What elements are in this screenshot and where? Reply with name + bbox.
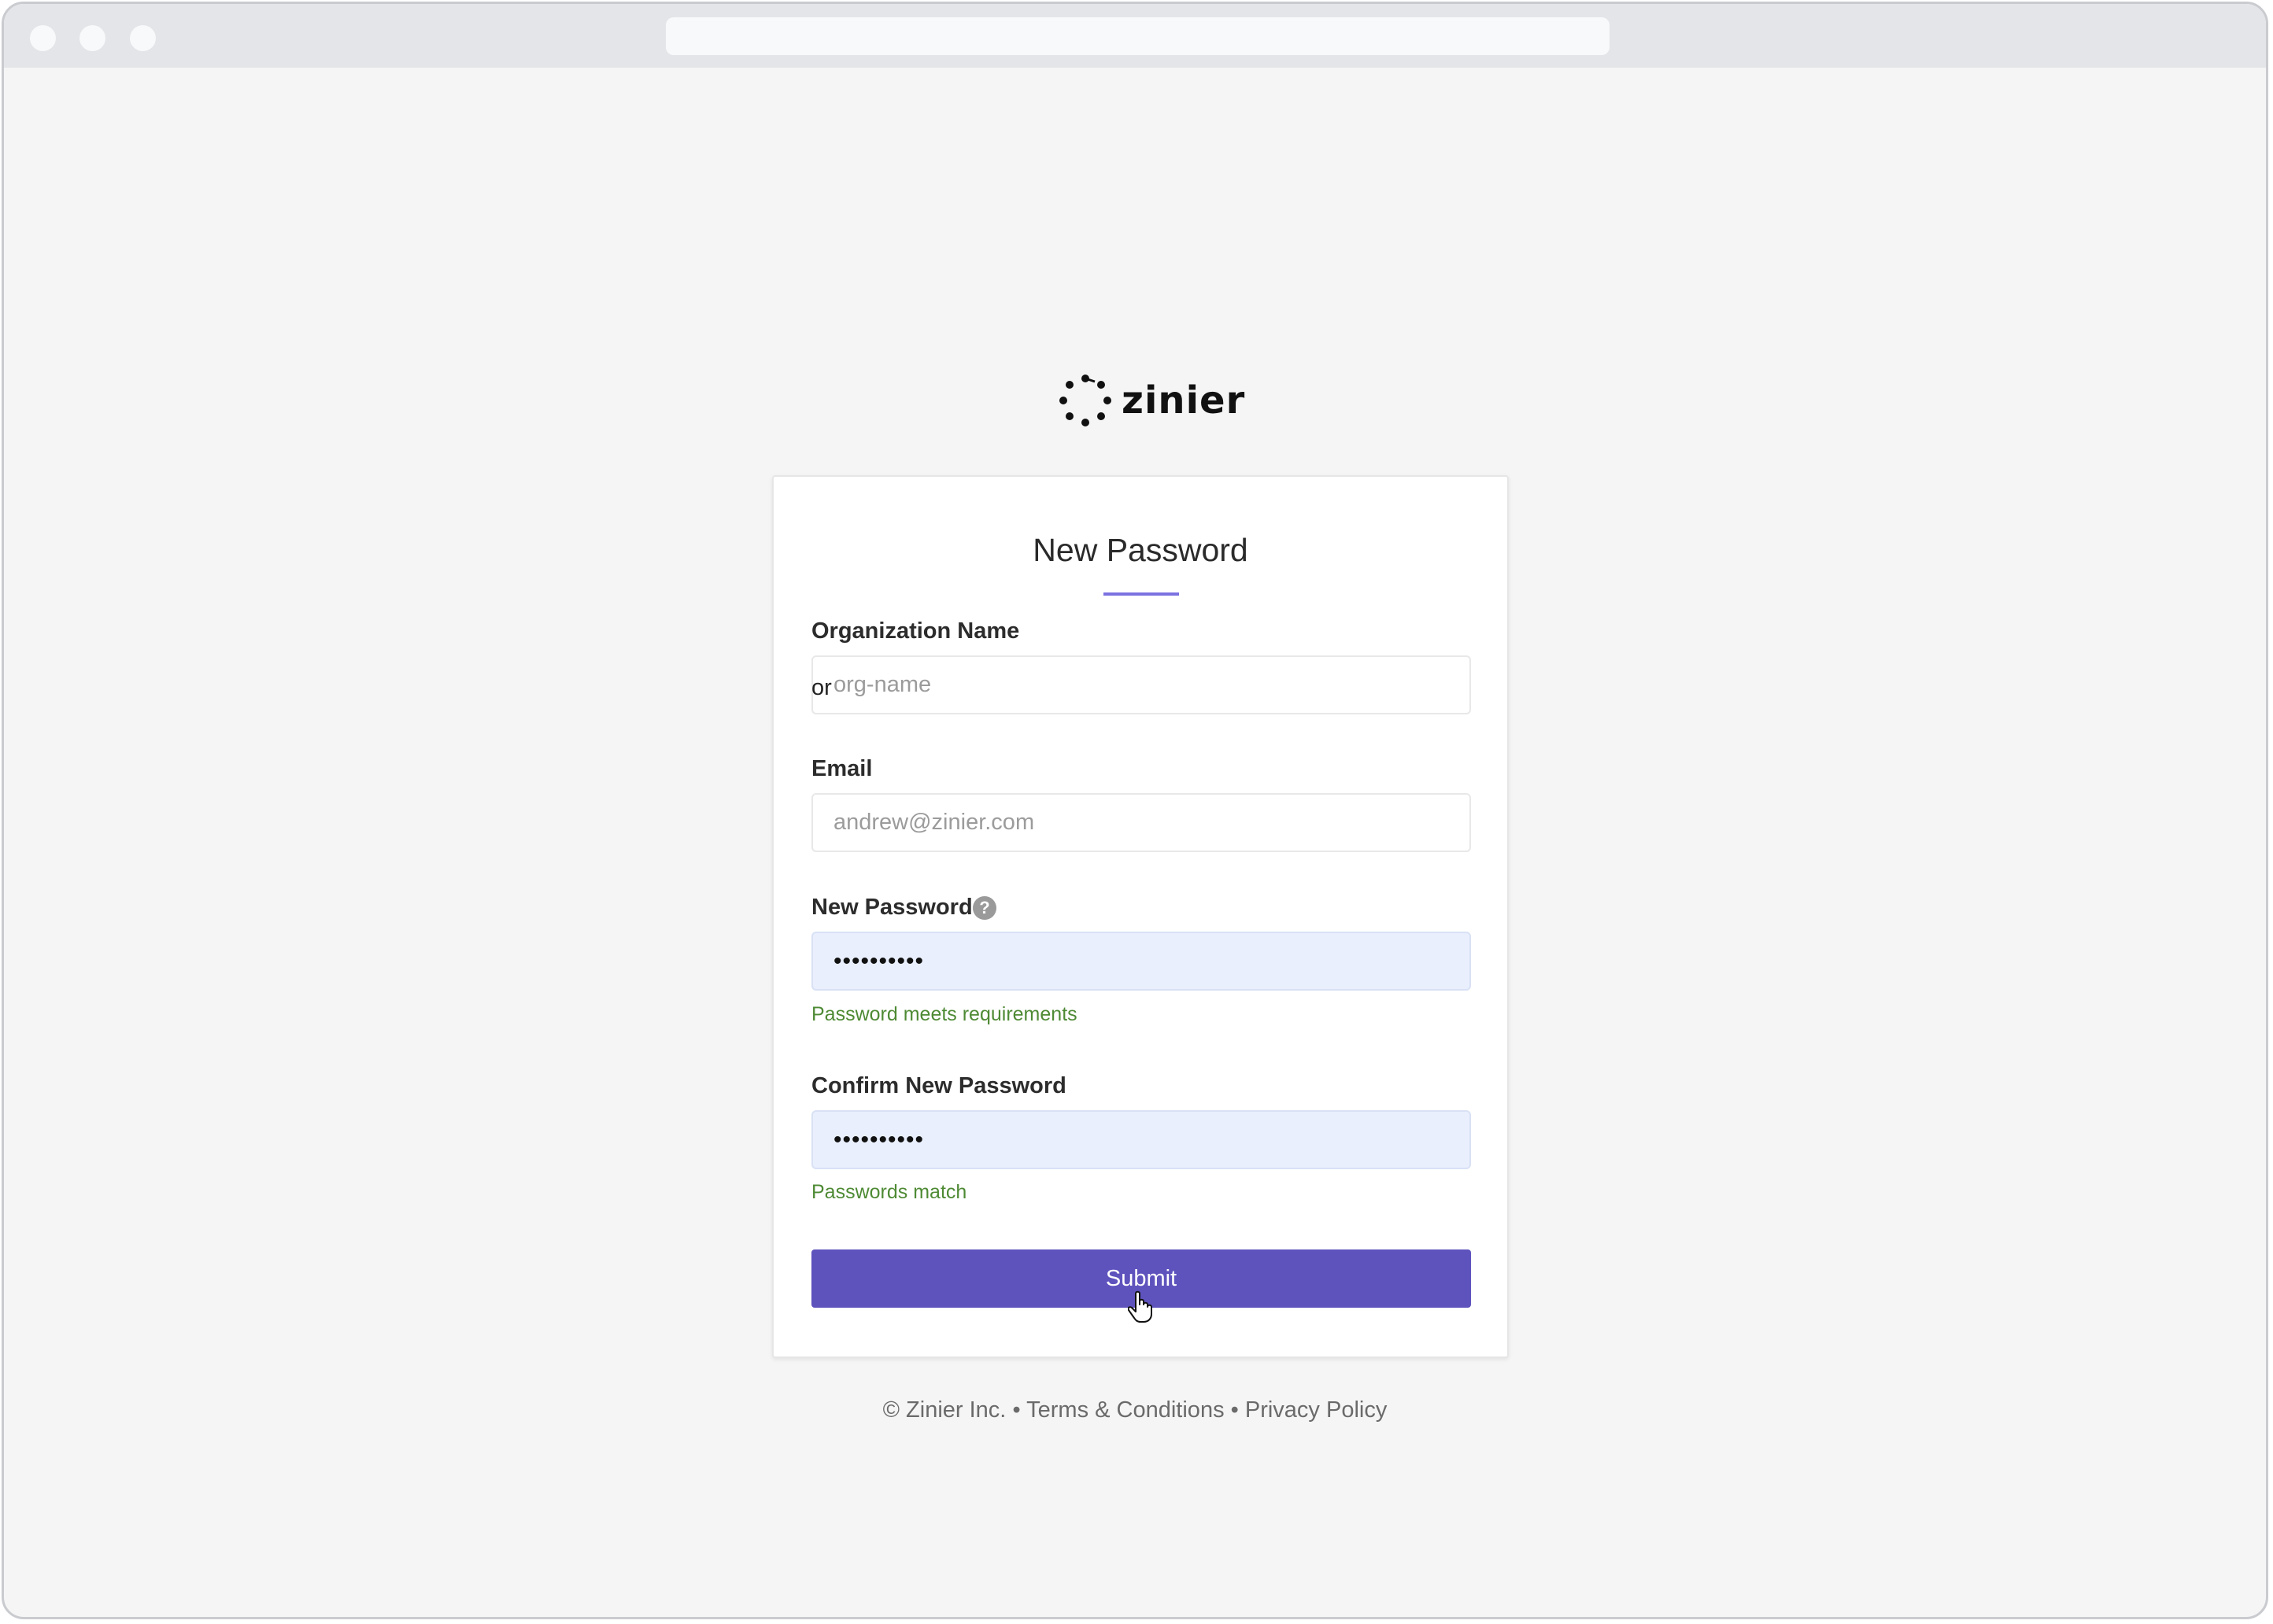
new-password-input[interactable]: •••••••••• <box>811 932 1471 991</box>
confirm-password-hint: Passwords match <box>811 1181 967 1203</box>
footer-copyright: © Zinier Inc. <box>882 1397 1007 1423</box>
org-name-typed-text: or <box>811 675 832 700</box>
browser-titlebar <box>4 4 2266 68</box>
question-circle-icon[interactable]: ? <box>973 896 996 920</box>
logo-wordmark: zinier <box>1122 378 1246 423</box>
org-name-input[interactable]: org-name <box>811 655 1471 714</box>
email-placeholder: andrew@zinier.com <box>833 810 1035 835</box>
window-maximize-dot[interactable] <box>130 25 156 51</box>
new-password-card: New Password Organization Name org-name … <box>772 475 1509 1358</box>
footer-privacy-link[interactable]: Privacy Policy <box>1245 1397 1388 1423</box>
hand-pointer-cursor-icon <box>1128 1290 1152 1323</box>
new-password-label: New Password <box>811 895 973 920</box>
footer-terms-link[interactable]: Terms & Conditions <box>1026 1397 1224 1423</box>
zinier-logo-icon <box>1059 375 1111 426</box>
page-title: New Password <box>1033 532 1248 568</box>
address-bar[interactable] <box>666 17 1610 55</box>
org-name-label: Organization Name <box>811 618 1020 644</box>
footer-separator: • <box>1230 1397 1239 1423</box>
browser-window: zinier New Password Organization Name or… <box>2 2 2268 1619</box>
email-input[interactable]: andrew@zinier.com <box>811 793 1471 852</box>
window-minimize-dot[interactable] <box>79 25 105 51</box>
new-password-value: •••••••••• <box>833 948 925 974</box>
confirm-password-label: Confirm New Password <box>811 1073 1066 1098</box>
confirm-password-input[interactable]: •••••••••• <box>811 1110 1471 1169</box>
new-password-hint: Password meets requirements <box>811 1003 1077 1025</box>
org-name-placeholder: org-name <box>833 672 932 697</box>
title-underline <box>1103 592 1179 596</box>
confirm-password-value: •••••••••• <box>833 1127 925 1153</box>
footer: © Zinier Inc. • Terms & Conditions • Pri… <box>4 1397 2266 1423</box>
window-close-dot[interactable] <box>30 25 56 51</box>
footer-separator: • <box>1012 1397 1021 1423</box>
email-label: Email <box>811 756 873 781</box>
zinier-logo: zinier <box>1059 374 1245 427</box>
